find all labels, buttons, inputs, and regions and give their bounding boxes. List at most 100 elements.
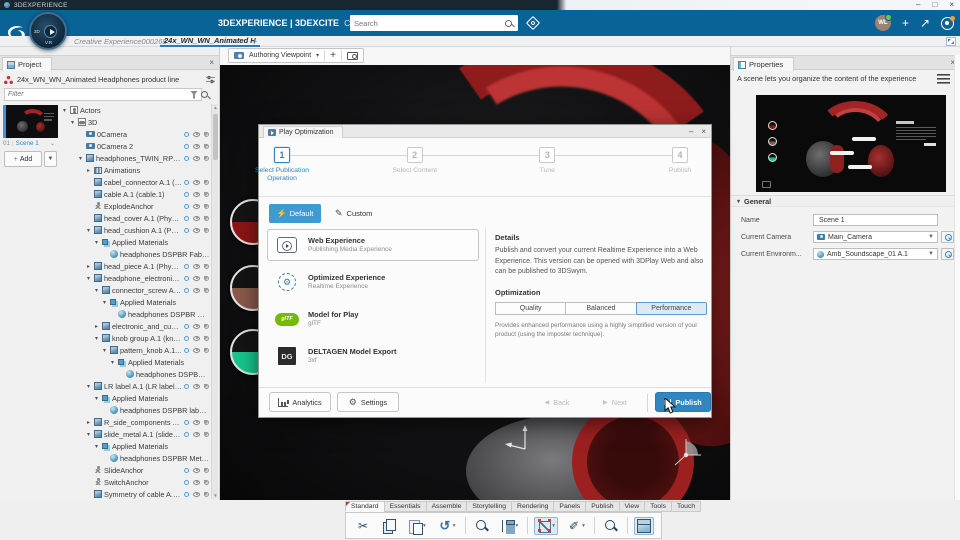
add-scene-dropdown-icon[interactable]: ▼ — [44, 151, 57, 167]
collapse-arrow-icon[interactable]: ▾ — [77, 155, 84, 162]
effects-icon[interactable] — [204, 335, 209, 341]
tree-search-icon[interactable] — [201, 91, 208, 98]
effects-icon[interactable] — [204, 275, 209, 281]
tree-item[interactable]: 0Camera 2 — [60, 140, 210, 152]
bottom-tab-publish[interactable]: Publish — [585, 501, 619, 512]
visibility-icon[interactable] — [193, 179, 200, 185]
scroll-up-icon[interactable]: ▲ — [212, 105, 219, 110]
scene-dropdown-icon[interactable]: ⌄ — [50, 140, 55, 147]
tree-item[interactable]: ▸ Animations — [60, 164, 210, 176]
minimize-window-button[interactable]: – — [916, 1, 920, 9]
close-dialog-icon[interactable]: × — [701, 126, 706, 137]
properties-scrollbar[interactable] — [954, 55, 960, 500]
visibility-icon[interactable] — [193, 323, 200, 329]
dropdown-arrow-icon[interactable]: ▾ — [423, 523, 426, 529]
minimize-dialog-icon[interactable]: – — [689, 126, 693, 137]
bottom-tab-standard[interactable]: Standard — [345, 501, 384, 512]
effects-icon[interactable] — [204, 419, 209, 425]
expand-arrow-icon[interactable]: ▸ — [93, 323, 100, 330]
share-icon[interactable]: ↗ — [920, 17, 930, 29]
tag-icon[interactable] — [525, 15, 541, 31]
expand-arrow-icon[interactable]: ▸ — [85, 263, 92, 270]
dropdown-arrow-icon[interactable]: ▾ — [552, 523, 555, 529]
axis-gizmo[interactable] — [503, 423, 537, 453]
visibility-icon[interactable] — [193, 479, 200, 485]
visibility-icon[interactable] — [193, 215, 200, 221]
tree-item[interactable]: headphones DSPBR label wh... — [60, 404, 210, 416]
fullscreen-toggle-icon[interactable] — [946, 37, 956, 46]
visibility-icon[interactable] — [193, 227, 200, 233]
add-content-icon[interactable]: + — [902, 17, 909, 29]
effects-icon[interactable] — [204, 227, 209, 233]
back-button[interactable]: ◀ Back — [531, 392, 583, 412]
collapse-arrow-icon[interactable]: ▾ — [101, 299, 108, 306]
bottom-tab-rendering[interactable]: Rendering — [511, 501, 554, 512]
tree-item[interactable]: ▾ Applied Materials — [60, 296, 210, 308]
custom-mode-button[interactable]: ✎ Custom — [335, 208, 372, 219]
target-icon[interactable] — [184, 227, 189, 233]
effects-icon[interactable] — [204, 287, 209, 293]
close-window-button[interactable]: × — [949, 1, 954, 9]
doc-tab-1[interactable]: Creative Experience000268 — [70, 36, 171, 47]
visibility-icon[interactable] — [193, 143, 200, 149]
filter-funnel-icon[interactable] — [190, 90, 198, 99]
3dexperience-compass-badge[interactable]: 3D V.R — [29, 12, 67, 50]
collapse-arrow-icon[interactable]: ▾ — [109, 359, 116, 366]
tree-item[interactable]: ▾ LR label A.1 (LR label.1) — [60, 380, 210, 392]
scroll-down-icon[interactable]: ▼ — [212, 493, 219, 498]
copy-icon[interactable] — [379, 517, 399, 535]
tree-item[interactable]: ▾ head_cushion A.1 (Physi... — [60, 224, 210, 236]
visibility-icon[interactable] — [193, 203, 200, 209]
tree-item[interactable]: headphones DSPBR F... — [60, 368, 210, 380]
collapse-arrow-icon[interactable]: ▾ — [85, 431, 92, 438]
wizard-step-2[interactable]: 2 Select Content — [392, 147, 437, 174]
tree-item[interactable]: ▾ Applied Materials — [60, 356, 210, 368]
target-icon[interactable] — [184, 191, 189, 197]
target-icon[interactable] — [184, 155, 189, 161]
wizard-step-1[interactable]: 1 Select Publication Operation — [255, 147, 309, 182]
target-icon[interactable] — [184, 347, 189, 353]
target-icon[interactable] — [184, 323, 189, 329]
collapse-arrow-icon[interactable]: ▾ — [85, 275, 92, 282]
dropdown-arrow-icon[interactable]: ▾ — [516, 523, 519, 529]
visibility-icon[interactable] — [193, 347, 200, 353]
tree-item[interactable]: ▾ Applied Materials — [60, 440, 210, 452]
collapse-arrow-icon[interactable]: ▾ — [93, 395, 100, 402]
tree-item[interactable]: ▾ Applied Materials — [60, 236, 210, 248]
new-tab-icon[interactable]: + — [252, 36, 257, 47]
default-mode-button[interactable]: ⚡ Default — [269, 204, 321, 223]
target-icon[interactable] — [184, 263, 189, 269]
cut-icon[interactable]: ✂ — [353, 517, 373, 535]
target-icon[interactable] — [184, 431, 189, 437]
effects-icon[interactable] — [204, 467, 209, 473]
doc-tab-2-active[interactable]: 24x_WN_WN_Animated H — [160, 36, 260, 47]
collapse-arrow-icon[interactable]: ▾ — [101, 347, 108, 354]
tree-item[interactable]: ▾ headphones_TWIN_RPT_Sha... — [60, 152, 210, 164]
chevron-down-icon[interactable]: ▼ — [928, 251, 934, 257]
tree-item[interactable]: ExplodeAnchor — [60, 200, 210, 212]
capture-viewpoint-icon[interactable] — [347, 51, 358, 60]
undo-icon[interactable]: ↺ ▾ — [435, 517, 459, 535]
collapse-arrow-icon[interactable]: ▾ — [85, 227, 92, 234]
effects-icon[interactable] — [204, 203, 209, 209]
effects-icon[interactable] — [204, 491, 209, 497]
search-icon[interactable] — [505, 19, 512, 27]
effects-icon[interactable] — [204, 347, 209, 353]
search-icon[interactable] — [601, 517, 621, 535]
effects-icon[interactable] — [204, 263, 209, 269]
tree-item[interactable]: cable A.1 (cable.1) — [60, 188, 210, 200]
tree-item[interactable]: 0Camera — [60, 128, 210, 140]
settings-button[interactable]: ⚙ Settings — [337, 392, 399, 412]
bottom-tab-assemble[interactable]: Assemble — [425, 501, 467, 512]
effects-icon[interactable] — [204, 155, 209, 161]
pick-camera-button[interactable] — [941, 231, 954, 243]
dialog-titlebar[interactable]: Play Optimization – × — [259, 125, 711, 138]
add-viewpoint-icon[interactable]: + — [330, 50, 336, 61]
tree-item[interactable]: ▸ R_side_components A.1 ... — [60, 416, 210, 428]
target-icon[interactable] — [184, 335, 189, 341]
effects-icon[interactable] — [204, 383, 209, 389]
tree-item[interactable]: ▸ electronic_and_cush... — [60, 320, 210, 332]
visibility-icon[interactable] — [193, 467, 200, 473]
collapse-arrow-icon[interactable]: ▾ — [85, 383, 92, 390]
tree-item[interactable]: SwitchAnchor — [60, 476, 210, 488]
